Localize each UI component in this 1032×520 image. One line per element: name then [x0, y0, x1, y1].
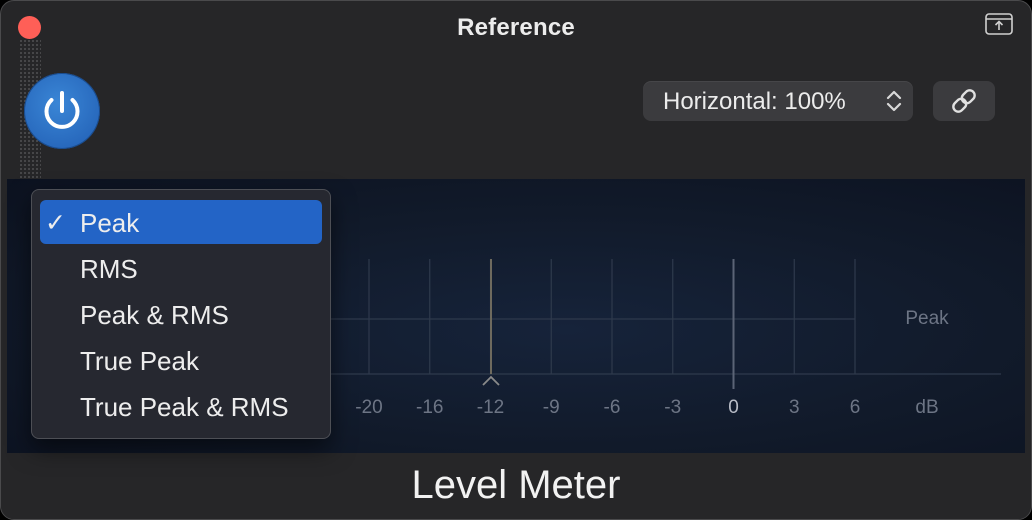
- scale-tick-label: 6: [850, 397, 861, 418]
- scale-tick-label: -12: [477, 397, 504, 418]
- plugin-window: Reference Horizontal: 100% -20 -16 -12 -…: [0, 0, 1032, 520]
- scale-tick-label: 0: [728, 397, 739, 418]
- chevron-up-down-icon: [886, 90, 902, 112]
- scale-tick-label: -3: [664, 397, 681, 418]
- menu-item-label: Peak & RMS: [80, 300, 229, 330]
- power-button[interactable]: [24, 73, 100, 149]
- detach-window-icon: [985, 13, 1013, 35]
- scale-unit-label: dB: [915, 397, 938, 418]
- menu-item-rms[interactable]: RMS: [40, 246, 322, 290]
- menu-item-peak[interactable]: ✓ Peak: [40, 200, 322, 244]
- menu-item-label: RMS: [80, 254, 138, 284]
- checkmark-icon: ✓: [45, 208, 66, 237]
- meter-mode-menu: ✓ Peak RMS Peak & RMS True Peak True Pea…: [31, 189, 331, 439]
- link-button[interactable]: [933, 81, 995, 121]
- scale-tick-label: 3: [789, 397, 800, 418]
- menu-item-true-peak[interactable]: True Peak: [40, 338, 322, 382]
- menu-item-true-peak-rms[interactable]: True Peak & RMS: [40, 384, 322, 428]
- scale-tick-label: -20: [355, 397, 382, 418]
- view-mode-label: Horizontal: 100%: [663, 88, 846, 115]
- peak-hold-marker: [482, 375, 500, 386]
- link-icon: [952, 89, 976, 113]
- meter-mode-label: Peak: [905, 308, 949, 329]
- menu-item-peak-rms[interactable]: Peak & RMS: [40, 292, 322, 336]
- menu-item-label: Peak: [80, 208, 140, 238]
- detach-window-button[interactable]: [985, 13, 1013, 35]
- view-mode-select[interactable]: Horizontal: 100%: [643, 81, 913, 121]
- plugin-name: Level Meter: [411, 463, 621, 507]
- menu-item-label: True Peak & RMS: [80, 392, 289, 422]
- power-icon: [44, 91, 80, 129]
- menu-item-label: True Peak: [80, 346, 199, 376]
- scale-tick-label: -9: [543, 397, 560, 418]
- scale-tick-label: -6: [604, 397, 621, 418]
- scale-tick-label: -16: [416, 397, 443, 418]
- footer: Level Meter: [1, 453, 1031, 519]
- window-title: Reference: [457, 14, 575, 41]
- title-bar: Reference: [1, 1, 1031, 53]
